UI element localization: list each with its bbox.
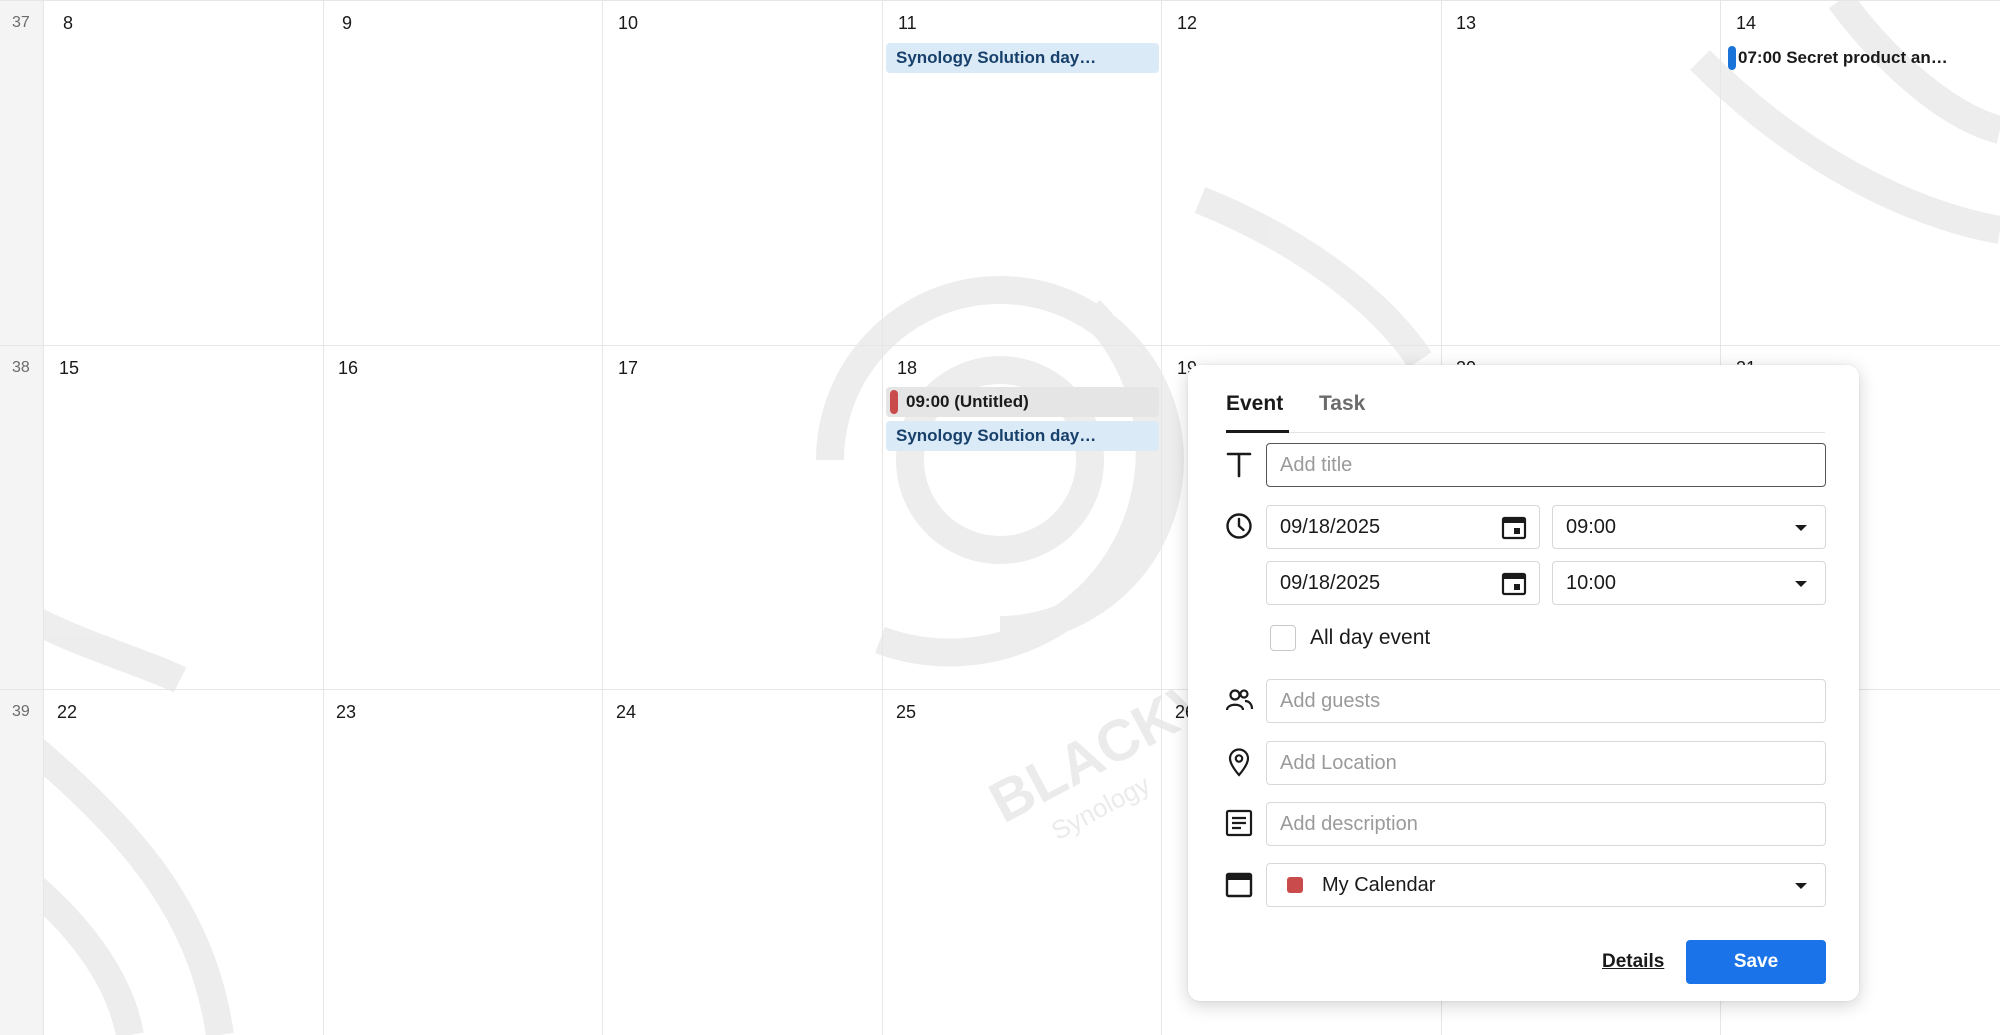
day-number[interactable]: 8	[63, 13, 73, 34]
day-divider	[882, 0, 883, 1035]
day-number[interactable]: 17	[618, 358, 638, 379]
all-day-label[interactable]: All day event	[1310, 626, 1430, 650]
week-number: 38	[12, 359, 30, 376]
day-number[interactable]: 14	[1736, 13, 1756, 34]
day-number[interactable]: 24	[616, 702, 636, 723]
calendar-color-swatch	[1287, 877, 1303, 893]
start-time-select[interactable]: 09:00	[1552, 505, 1826, 549]
calendar-app: BLACKVOID Synology 37 38 39 8 9 10 11 12…	[0, 0, 2000, 1035]
event-chip-timed[interactable]: 07:00 Secret product an…	[1724, 43, 2000, 73]
popup-tabs: Event Task	[1226, 387, 1825, 433]
start-date-field[interactable]: 09/18/2025	[1266, 505, 1540, 549]
end-date-value: 09/18/2025	[1280, 572, 1381, 594]
day-number[interactable]: 11	[898, 13, 917, 34]
description-icon	[1225, 809, 1253, 837]
guests-icon	[1225, 689, 1254, 711]
end-time-value: 10:00	[1566, 572, 1617, 594]
details-link[interactable]: Details	[1602, 951, 1664, 973]
location-text-input[interactable]	[1280, 742, 1825, 785]
week-divider	[0, 345, 2000, 346]
day-number[interactable]: 16	[338, 358, 358, 379]
day-divider	[323, 0, 324, 1035]
start-date-value: 09/18/2025	[1280, 516, 1381, 538]
save-button[interactable]: Save	[1686, 940, 1826, 984]
chevron-down-icon	[1795, 581, 1807, 587]
week-divider	[0, 0, 2000, 1]
event-chip-label: 07:00 Secret product an…	[1738, 48, 1948, 67]
tab-task[interactable]: Task	[1319, 387, 1379, 433]
event-chip-untitled[interactable]: 09:00 (Untitled)	[886, 387, 1159, 417]
guests-text-input[interactable]	[1280, 680, 1825, 723]
location-pin-icon	[1228, 748, 1250, 777]
day-number[interactable]: 22	[57, 702, 77, 723]
location-input[interactable]	[1266, 741, 1826, 785]
end-date-field[interactable]: 09/18/2025	[1266, 561, 1540, 605]
chevron-down-icon	[1795, 883, 1807, 889]
create-event-popup: Event Task 09/18/2025 09:00	[1188, 365, 1859, 1001]
text-title-icon	[1226, 452, 1252, 478]
clock-icon	[1226, 513, 1252, 539]
event-color-bar	[890, 390, 898, 414]
event-chip-allday[interactable]: Synology Solution day…	[886, 421, 1159, 451]
guests-input[interactable]	[1266, 679, 1826, 723]
tab-event[interactable]: Event	[1226, 387, 1289, 433]
event-chip-label: 09:00 (Untitled)	[906, 392, 1029, 411]
day-number[interactable]: 18	[897, 358, 917, 379]
day-number[interactable]: 13	[1456, 13, 1476, 34]
end-time-select[interactable]: 10:00	[1552, 561, 1826, 605]
day-divider	[1161, 0, 1162, 1035]
day-number[interactable]: 23	[336, 702, 356, 723]
day-number[interactable]: 12	[1177, 13, 1197, 34]
calendar-icon	[1225, 872, 1253, 898]
day-number[interactable]: 15	[59, 358, 79, 379]
day-number[interactable]: 25	[896, 702, 916, 723]
start-time-value: 09:00	[1566, 516, 1617, 538]
chevron-down-icon	[1795, 525, 1807, 531]
watermark-sub-text: Synology	[1046, 769, 1155, 846]
week-number: 39	[12, 703, 30, 720]
calendar-select-value: My Calendar	[1322, 874, 1436, 896]
week-number-column	[0, 0, 44, 1035]
day-divider	[602, 0, 603, 1035]
calendar-icon[interactable]	[1501, 571, 1527, 597]
calendar-icon[interactable]	[1501, 515, 1527, 541]
calendar-select[interactable]: My Calendar	[1266, 863, 1826, 907]
event-chip-allday[interactable]: Synology Solution day…	[886, 43, 1159, 73]
event-color-bar	[1728, 46, 1736, 70]
title-input[interactable]	[1266, 443, 1826, 487]
day-number[interactable]: 10	[618, 13, 638, 34]
description-input[interactable]	[1266, 802, 1826, 846]
title-text-input[interactable]	[1280, 444, 1825, 487]
description-text-input[interactable]	[1280, 803, 1825, 846]
all-day-checkbox[interactable]	[1270, 625, 1296, 651]
week-number: 37	[12, 14, 30, 31]
day-number[interactable]: 9	[342, 13, 352, 34]
